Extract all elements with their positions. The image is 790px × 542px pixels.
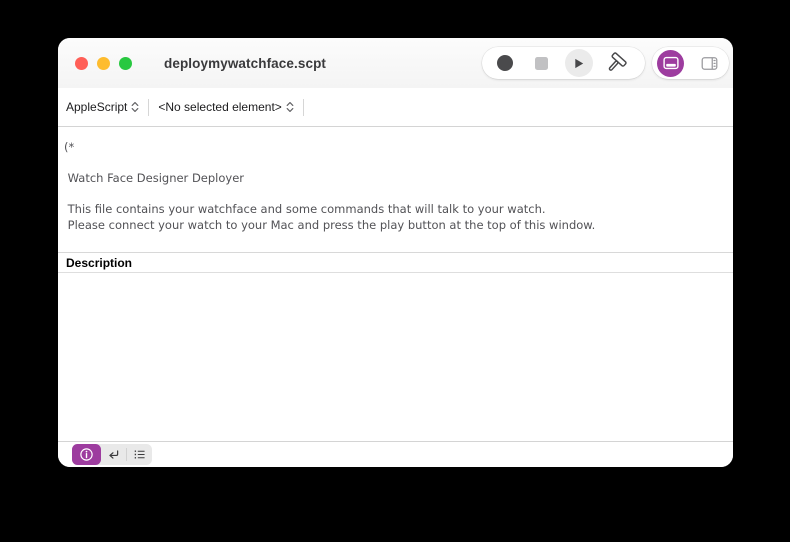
- element-popup[interactable]: <No selected element>: [158, 100, 293, 114]
- description-pane-header: Description: [58, 252, 733, 273]
- chevron-up-down-icon: [286, 101, 294, 113]
- navbar-divider: [148, 99, 149, 116]
- script-line: [64, 187, 727, 203]
- panel-right-icon: [700, 54, 719, 73]
- desktop-background: deploymywatchface.scpt: [0, 0, 790, 542]
- minimize-button[interactable]: [97, 57, 110, 70]
- chevron-up-down-icon: [131, 101, 139, 113]
- accessory-view-segmented-control: [72, 444, 152, 465]
- script-editor-window: deploymywatchface.scpt: [58, 38, 733, 467]
- description-tab[interactable]: [72, 444, 101, 465]
- element-popup-label: <No selected element>: [158, 100, 281, 114]
- navigation-bar: AppleScript <No selected element>: [58, 88, 733, 127]
- stop-icon: [535, 57, 548, 70]
- play-icon: [565, 49, 593, 77]
- zoom-button[interactable]: [119, 57, 132, 70]
- language-popup[interactable]: AppleScript: [66, 100, 139, 114]
- run-button[interactable]: [560, 47, 597, 79]
- language-popup-label: AppleScript: [66, 100, 127, 114]
- script-line: (*: [64, 140, 727, 156]
- script-line: Watch Face Designer Deployer: [64, 171, 727, 187]
- hammer-icon: [604, 52, 627, 75]
- record-button[interactable]: [486, 47, 523, 79]
- show-bottom-bar-button[interactable]: [657, 50, 684, 77]
- panel-bottom-icon: [662, 54, 680, 72]
- script-line: Please connect your watch to your Mac an…: [64, 218, 727, 234]
- script-editor[interactable]: (* Watch Face Designer Deployer This fil…: [58, 127, 733, 252]
- toggle-sidebar-button[interactable]: [694, 47, 724, 79]
- toolbar-view-group: [652, 47, 729, 79]
- close-button[interactable]: [75, 57, 88, 70]
- stop-button[interactable]: [523, 47, 560, 79]
- result-tab[interactable]: [101, 444, 126, 465]
- return-arrow-icon: [106, 447, 121, 462]
- description-panel[interactable]: [58, 273, 733, 441]
- log-tab[interactable]: [127, 444, 152, 465]
- window-titlebar[interactable]: deploymywatchface.scpt: [58, 38, 733, 88]
- toolbar-run-group: [482, 47, 645, 79]
- info-circle-icon: [79, 447, 94, 462]
- compile-button[interactable]: [597, 47, 634, 79]
- bullet-list-icon: [132, 447, 147, 462]
- script-line: [64, 156, 727, 172]
- window-title: deploymywatchface.scpt: [164, 38, 326, 88]
- navbar-divider: [303, 99, 304, 116]
- record-icon: [497, 55, 513, 71]
- window-controls: [75, 57, 132, 70]
- description-pane-title: Description: [66, 256, 132, 270]
- bottom-bar: [58, 441, 733, 467]
- script-line: This file contains your watchface and so…: [64, 202, 727, 218]
